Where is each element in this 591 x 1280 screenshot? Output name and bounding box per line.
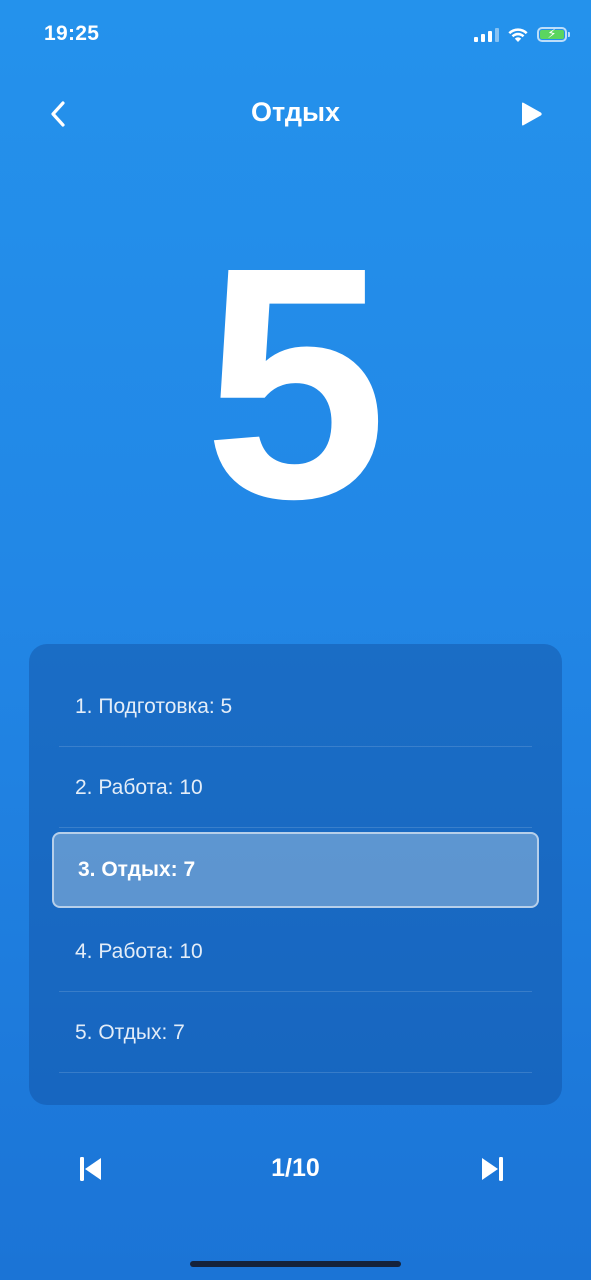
- battery-charging-icon: ⚡: [537, 26, 570, 42]
- status-icons: ⚡: [474, 22, 570, 46]
- signal-icon: [474, 26, 499, 42]
- list-item[interactable]: 5. Отдых: 7: [59, 993, 532, 1073]
- list-item[interactable]: 1. Подготовка: 5: [59, 667, 532, 747]
- next-button[interactable]: [469, 1146, 515, 1192]
- list-item[interactable]: 2. Работа: 10: [59, 748, 532, 828]
- skip-next-icon: [482, 1157, 503, 1181]
- timer-counter: 5: [203, 198, 388, 567]
- status-bar: 19:25 ⚡: [0, 0, 591, 70]
- home-indicator[interactable]: [190, 1261, 401, 1267]
- nav-bar: Отдых: [0, 80, 591, 146]
- interval-list[interactable]: 1. Подготовка: 5 2. Работа: 10 3. Отдых:…: [29, 644, 562, 1105]
- bottom-controls: 1/10: [0, 1140, 591, 1200]
- list-item[interactable]: 4. Работа: 10: [59, 912, 532, 992]
- play-button[interactable]: [509, 94, 553, 134]
- wifi-icon: [508, 27, 528, 42]
- page-title: Отдых: [250, 97, 341, 127]
- status-time: 19:25: [44, 22, 100, 45]
- play-icon: [522, 102, 542, 126]
- list-item-selected[interactable]: 3. Отдых: 7: [52, 832, 539, 908]
